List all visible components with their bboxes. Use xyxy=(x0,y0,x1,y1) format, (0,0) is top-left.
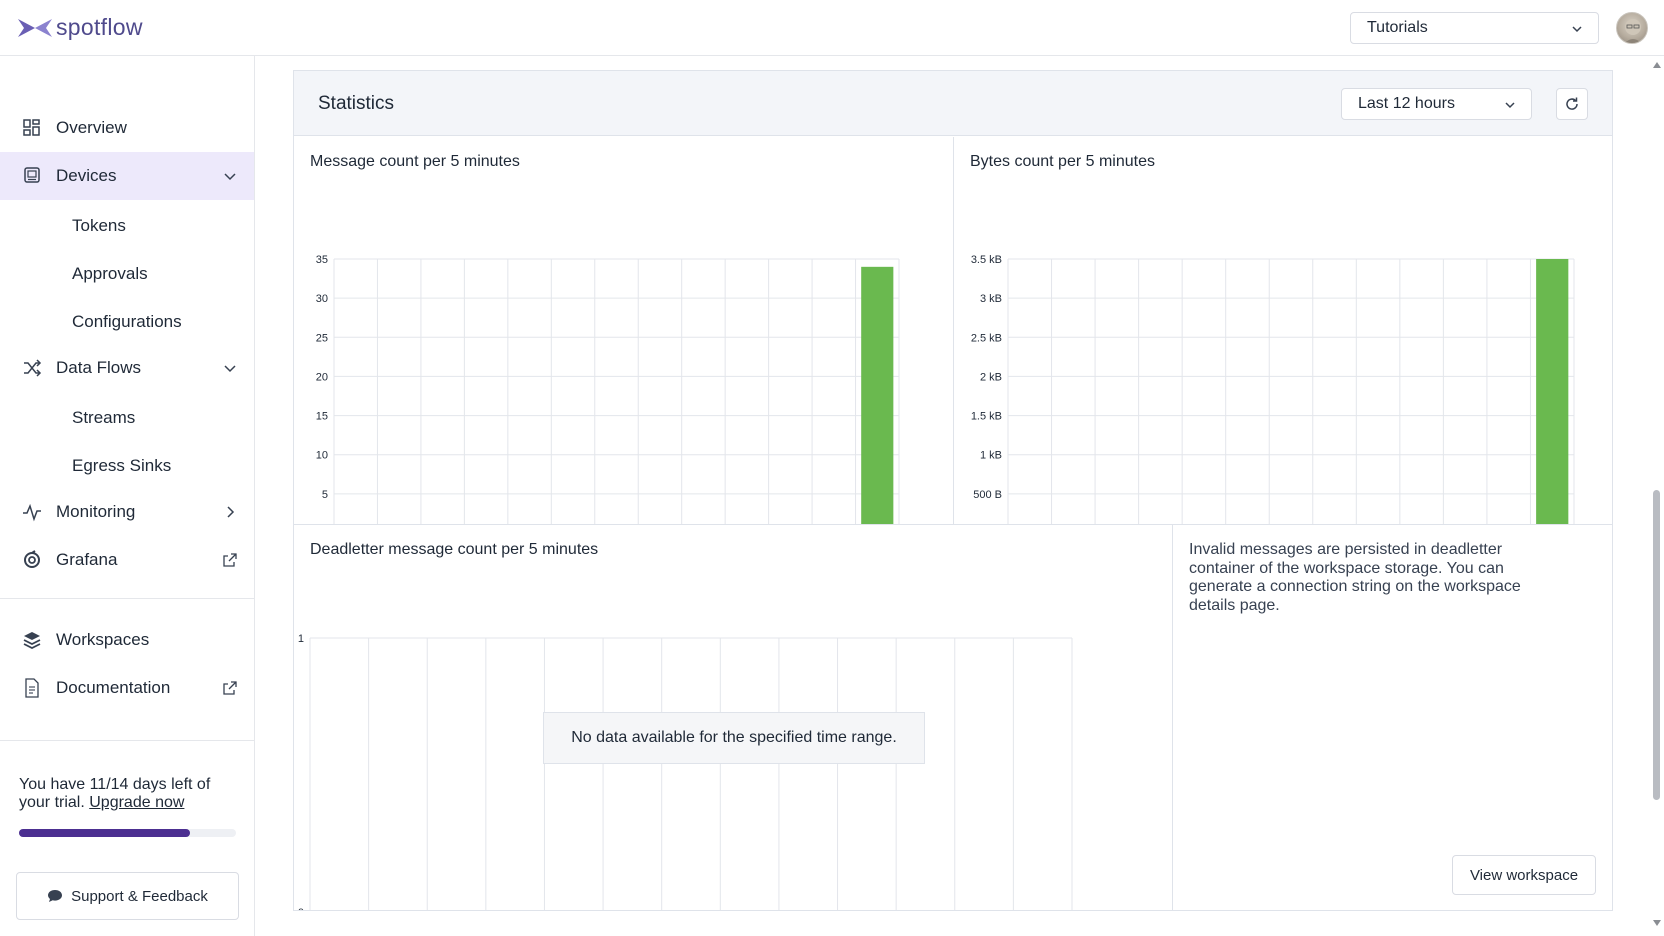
sidebar-item-monitoring[interactable]: Monitoring xyxy=(0,488,254,536)
external-link-icon xyxy=(223,681,237,695)
y-tick-label: 10 xyxy=(316,450,328,462)
sidebar-item-devices[interactable]: Devices xyxy=(0,152,254,200)
time-range-value: Last 12 hours xyxy=(1358,95,1455,112)
upgrade-link[interactable]: Upgrade now xyxy=(89,794,184,811)
sidebar-item-label: Devices xyxy=(56,166,117,185)
deadletter-panel: Deadletter message count per 5 minutes 0… xyxy=(294,525,1172,910)
bar[interactable] xyxy=(1536,259,1569,524)
refresh-icon xyxy=(1566,97,1578,110)
message-count-panel: Message count per 5 minutes 051015202530… xyxy=(294,137,953,524)
support-button-label: Support & Feedback xyxy=(71,887,208,905)
bar[interactable] xyxy=(861,266,894,524)
logo-icon xyxy=(18,18,52,37)
y-tick-label: 0 xyxy=(298,907,304,910)
chevron-down-icon xyxy=(224,365,236,373)
bytes-count-panel: Bytes count per 5 minutes 0 B500 B1 kB1.… xyxy=(954,137,1612,524)
spotflow-logo[interactable]: spotflow xyxy=(16,14,143,41)
sidebar-item-streams[interactable]: Streams xyxy=(72,408,135,428)
sidebar-item-configurations[interactable]: Configurations xyxy=(72,312,182,332)
sidebar-item-label: Grafana xyxy=(56,550,118,569)
sidebar-divider xyxy=(0,598,254,599)
shuffle-icon xyxy=(24,359,42,377)
y-tick-label: 25 xyxy=(316,332,328,344)
chevron-down-icon xyxy=(1572,26,1582,33)
top-bar: spotflow Tutorials xyxy=(0,0,1664,56)
sidebar-item-label: Workspaces xyxy=(56,630,150,649)
layers-icon xyxy=(23,632,41,650)
y-tick-label: 1 xyxy=(298,633,304,645)
trial-progress-fill xyxy=(19,829,190,837)
avatar[interactable] xyxy=(1616,12,1648,44)
y-tick-label: 2 kB xyxy=(980,371,1002,383)
grafana-icon xyxy=(24,550,40,568)
y-tick-label: 3 kB xyxy=(980,293,1002,305)
sidebar-divider xyxy=(0,740,254,741)
sidebar-item-label: Data Flows xyxy=(56,358,142,377)
dashboard-icon xyxy=(23,119,40,136)
avatar-face-icon xyxy=(1624,19,1642,43)
pulse-icon xyxy=(23,503,41,522)
sidebar: Overview Devices Tokens Approvals Config… xyxy=(0,56,255,936)
sidebar-item-label: Documentation xyxy=(56,678,171,697)
trial-progress-bar xyxy=(19,829,236,837)
y-tick-label: 2.5 kB xyxy=(971,332,1002,344)
time-range-select[interactable]: Last 12 hours xyxy=(1341,88,1532,120)
sidebar-item-label: Overview xyxy=(56,118,127,137)
logo-text: spotflow xyxy=(56,14,143,40)
sidebar-item-grafana[interactable]: Grafana xyxy=(0,536,254,584)
sidebar-item-egress-sinks[interactable]: Egress Sinks xyxy=(72,456,171,476)
y-tick-label: 1.5 kB xyxy=(971,411,1002,423)
view-workspace-button[interactable]: View workspace xyxy=(1452,855,1596,895)
y-tick-label: 20 xyxy=(316,371,328,383)
support-feedback-button[interactable]: Support & Feedback xyxy=(16,872,239,920)
deadletter-info-panel: Invalid messages are persisted in deadle… xyxy=(1173,525,1612,910)
y-tick-label: 1 kB xyxy=(980,450,1002,462)
chevron-down-icon xyxy=(224,173,236,181)
no-data-message: No data available for the specified time… xyxy=(543,712,925,764)
scroll-down-arrow-icon[interactable] xyxy=(1653,920,1661,926)
chevron-down-icon xyxy=(1505,102,1515,109)
sidebar-item-overview[interactable]: Overview xyxy=(0,104,254,152)
refresh-button[interactable] xyxy=(1556,88,1588,120)
y-tick-label: 30 xyxy=(316,293,328,305)
statistics-title: Statistics xyxy=(318,93,395,114)
bytes-count-chart: 0 B500 B1 kB1.5 kB2 kB2.5 kB3 kB3.5 kB1 … xyxy=(971,254,1575,524)
scroll-thumb[interactable] xyxy=(1653,490,1660,800)
sidebar-item-data-flows[interactable]: Data Flows xyxy=(0,344,254,392)
workspace-select-value: Tutorials xyxy=(1367,19,1428,36)
sidebar-item-workspaces[interactable]: Workspaces xyxy=(0,616,254,664)
y-tick-label: 15 xyxy=(316,411,328,423)
chat-bubble-icon xyxy=(48,890,63,902)
chevron-right-icon xyxy=(227,506,235,518)
y-tick-label: 5 xyxy=(322,489,328,501)
y-tick-label: 500 B xyxy=(973,489,1002,501)
y-tick-label: 35 xyxy=(316,254,328,266)
sidebar-item-label: Monitoring xyxy=(56,502,136,521)
sidebar-item-approvals[interactable]: Approvals xyxy=(72,264,148,284)
workspace-select[interactable]: Tutorials xyxy=(1350,12,1599,44)
deadletter-info-text: Invalid messages are persisted in deadle… xyxy=(1189,541,1521,614)
statistics-card: Statistics Last 12 hours Message count p… xyxy=(293,70,1613,911)
sidebar-item-documentation[interactable]: Documentation xyxy=(0,664,254,712)
external-link-icon xyxy=(223,553,237,567)
page-scrollbar[interactable] xyxy=(1650,56,1664,936)
scroll-up-arrow-icon[interactable] xyxy=(1653,62,1661,68)
message-count-chart: 051015202530351 AM2 AM3 AM4 AM5 AM6 AM7 … xyxy=(316,254,900,524)
devices-icon xyxy=(24,167,40,183)
sidebar-item-tokens[interactable]: Tokens xyxy=(72,216,126,236)
statistics-header: Statistics Last 12 hours xyxy=(294,71,1612,136)
trial-notice: You have 11/14 days left of your trial. … xyxy=(19,776,239,812)
y-tick-label: 3.5 kB xyxy=(971,254,1002,266)
document-icon xyxy=(25,678,39,698)
